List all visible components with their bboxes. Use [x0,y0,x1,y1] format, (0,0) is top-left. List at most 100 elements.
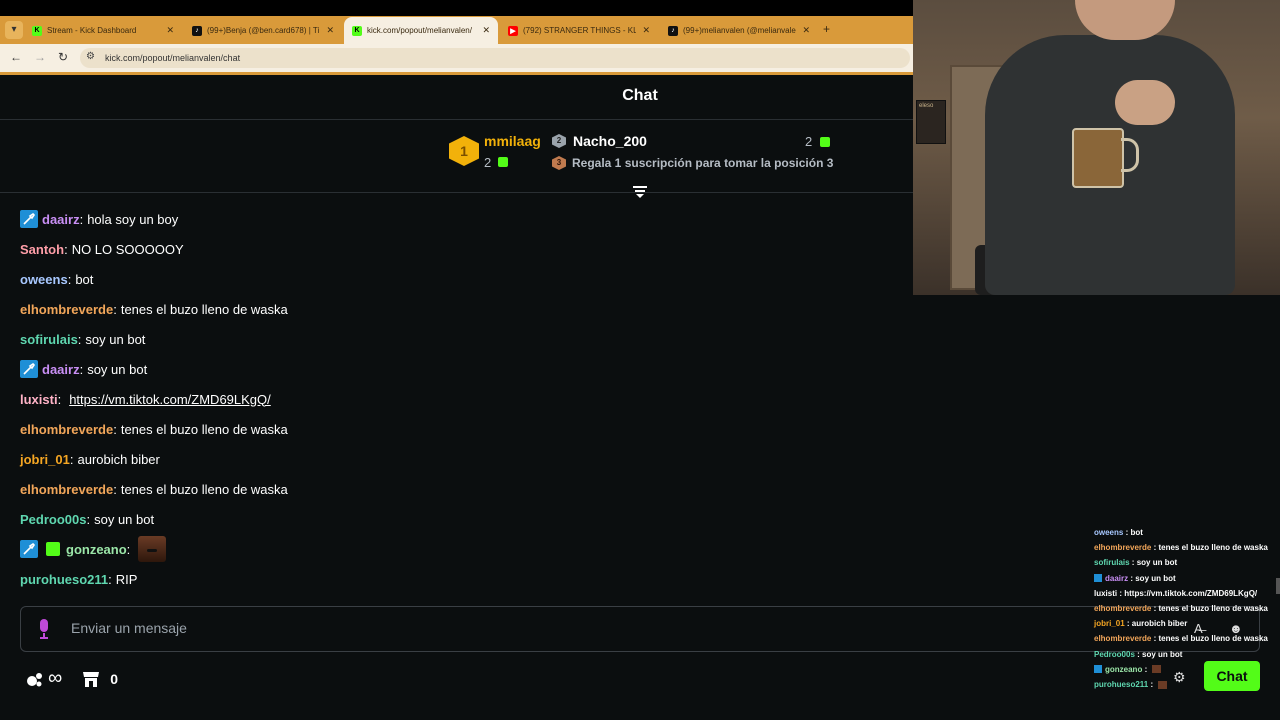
close-tab-icon[interactable]: ✕ [326,25,334,36]
collapse-leaderboard-icon[interactable] [632,184,648,200]
moderator-sword-icon [20,360,38,378]
send-chat-button[interactable]: Chat [1204,661,1260,691]
chat-message-text: soy un bot [87,361,148,377]
chat-username[interactable]: elhombreverde [20,302,113,317]
chat-username[interactable]: daairz [42,212,80,227]
overlay-username: daairz [1105,573,1129,583]
overlay-separator: : [1117,588,1125,598]
chat-message-text: RIP [115,571,138,587]
chat-separator: : [113,481,117,497]
browser-bottom-stripe [0,72,913,75]
translate-icon[interactable]: A̶ [1194,621,1203,636]
overlay-username: elhombreverde [1094,604,1152,613]
overlay-message-text: https://vm.tiktok.com/ZMD69LKgQ/ [1124,588,1258,598]
chat-username[interactable]: purohueso211 [20,572,108,587]
message-input-placeholder[interactable]: Enviar un mensaje [71,620,187,636]
settings-gear-icon[interactable]: ⚙ [1173,669,1186,686]
overlay-separator: : [1129,558,1137,568]
chat-separator: : [86,511,91,527]
chat-username[interactable]: jobri_01 [20,452,70,467]
overlay-message-text: aurobich biber [1131,619,1188,629]
tab-search-dropdown-icon[interactable]: ▾ [5,21,23,39]
close-tab-icon[interactable]: ✕ [166,25,174,36]
chat-separator: : [79,211,84,227]
chat-username[interactable]: luxisti [20,392,58,407]
leaderboard-divider [0,192,913,193]
leaderboard-first-name[interactable]: mmilaag [484,133,541,149]
overlay-separator: : [1128,573,1136,583]
leaderboard-third-cta[interactable]: Regala 1 suscripción para tomar la posic… [572,156,833,170]
chat-username[interactable]: elhombreverde [20,482,113,497]
chat-message: daairz: hola soy un boy [20,210,178,228]
site-info-icon[interactable]: ⚙ [86,51,95,62]
overlay-chat-line: elhombreverde : tenes el buzo lleno de w… [1094,543,1268,552]
browser-tab-label: Stream - Kick Dashboard [47,26,137,35]
browser-tab[interactable]: Kkick.com/popout/melianvalen/ ✕ [344,17,498,44]
overlay-chat-line: jobri_01 : aurobich biber [1094,619,1187,628]
chat-message-text: hola soy un boy [87,211,179,227]
chat-separator: : [57,391,62,407]
overlay-username: oweens [1094,528,1124,537]
browser-tab-label: kick.com/popout/melianvalen/ [367,26,472,35]
leaderboard-second-name[interactable]: Nacho_200 [573,133,647,149]
overlay-chat-line: sofirulais : soy un bot [1094,558,1177,567]
chat-username[interactable]: gonzeano [66,542,127,557]
overlay-scrollbar[interactable] [1276,578,1280,594]
chat-footer: ∞ 0 [26,667,118,690]
message-input[interactable] [20,606,1260,652]
overlay-username: sofirulais [1094,558,1130,568]
chat-message: Santoh: NO LO SOOOOOY [20,240,184,258]
chat-message: purohueso211: RIP [20,570,137,588]
back-icon[interactable]: ← [10,50,22,64]
microphone-icon[interactable] [38,619,50,639]
emote-image [1152,665,1162,674]
overlay-chat-line: luxisti : https://vm.tiktok.com/ZMD69LKg… [1094,589,1257,598]
rank-3-badge-icon: 3 [552,156,566,170]
close-tab-icon[interactable]: ✕ [482,25,490,36]
chat-message-text: soy un bot [85,331,146,347]
store-icon[interactable] [82,671,100,687]
overlay-message-text: soy un bot [1136,558,1178,568]
chat-message-text: tenes el buzo lleno de waska [120,421,288,437]
overlay-chat-line: daairz : soy un bot [1094,574,1176,583]
browser-tab-label: (99+)melianvalen (@melianvalen [683,26,797,35]
chat-message-link[interactable]: https://vm.tiktok.com/ZMD69LKgQ/ [69,392,271,407]
chat-username[interactable]: Santoh [20,242,64,257]
browser-tab[interactable]: ▶ (792) STRANGER THINGS - KLA ✕ [500,17,658,44]
chat-username[interactable]: daairz [42,362,80,377]
browser-tab[interactable]: ♪ (99+)Benja (@ben.card678) | Ti ✕ [184,17,342,44]
chat-message: jobri_01: aurobich biber [20,450,160,468]
chat-username[interactable]: sofirulais [20,332,78,347]
chat-message: sofirulais: soy un bot [20,330,145,348]
chat-message: luxisti: https://vm.tiktok.com/ZMD69LKgQ/ [20,390,271,408]
chat-separator: : [113,301,117,317]
overlay-username: jobri_01 [1094,619,1125,629]
webcam-mug [1072,128,1124,188]
forward-icon[interactable]: → [34,50,46,64]
overlay-message-text: bot [1130,528,1143,537]
browser-tab[interactable]: K Stream - Kick Dashboard ✕ [24,17,182,44]
gift-icon [820,137,830,147]
overlay-separator: : [1151,634,1159,644]
overlay-separator: : [1151,543,1159,553]
url-text[interactable]: kick.com/popout/melianvalen/chat [105,53,240,63]
reload-icon[interactable]: ↻ [58,50,68,64]
overlay-username: gonzeano [1105,664,1143,674]
overlay-separator: : [1151,604,1159,613]
channel-points-icon[interactable] [26,670,44,688]
webcam-poster-text: eleso [919,103,934,109]
emoji-icon[interactable]: ☻ [1229,621,1243,636]
moderator-sword-icon [1094,574,1102,583]
webcam-person-hand [1115,80,1175,125]
chat-separator: : [108,571,112,587]
overlay-chat-line: gonzeano : [1094,664,1162,674]
chat-username[interactable]: elhombreverde [20,422,113,437]
chat-username[interactable]: Pedroo00s [20,512,86,527]
browser-tab[interactable]: ♪ (99+)melianvalen (@melianvalen ✕ [660,17,818,44]
chat-username[interactable]: oweens [20,272,68,287]
overlay-separator: : [1142,664,1150,674]
close-tab-icon[interactable]: ✕ [642,25,650,36]
emote-image [1158,680,1168,689]
new-tab-button[interactable]: + [823,22,830,36]
close-tab-icon[interactable]: ✕ [802,25,810,36]
